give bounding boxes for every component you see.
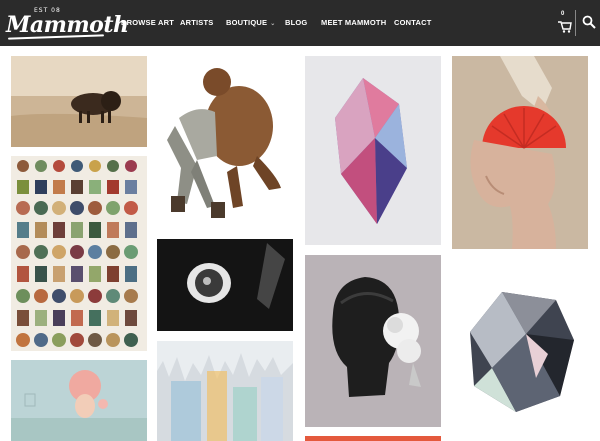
- search-icon[interactable]: [582, 15, 596, 29]
- nav-boutique-label: BOUTIQUE: [226, 18, 268, 27]
- artwork-black-head-flowers[interactable]: [305, 255, 441, 427]
- artwork-bison-landscape[interactable]: [11, 56, 147, 147]
- artwork-gemstones-chart[interactable]: [11, 156, 147, 351]
- nav-divider: [575, 10, 576, 36]
- mammoth-logo[interactable]: EST 08 Mammoth: [4, 4, 129, 42]
- nav-meet-mammoth[interactable]: MEET MAMMOTH: [321, 18, 386, 27]
- artwork-eye-closeup[interactable]: [157, 239, 293, 331]
- nav-browse-art[interactable]: BROWSE ART: [121, 18, 174, 27]
- artwork-pink-hair-girl[interactable]: [11, 360, 147, 441]
- artwork-red-fan-woman[interactable]: [452, 56, 588, 249]
- artwork-geometric-crystal[interactable]: [452, 258, 588, 441]
- nav-boutique[interactable]: BOUTIQUE ⌄: [226, 18, 275, 27]
- artwork-red-strip[interactable]: [305, 436, 441, 441]
- nav-contact[interactable]: CONTACT: [394, 18, 432, 27]
- artwork-bear-hugging-man[interactable]: [157, 56, 293, 230]
- cart-icon[interactable]: 0: [558, 11, 572, 33]
- logo-wordmark: Mammoth: [6, 12, 129, 38]
- chevron-down-icon: ⌄: [270, 21, 276, 27]
- artwork-pink-crystal[interactable]: [305, 56, 441, 245]
- nav-blog[interactable]: BLOG: [285, 18, 307, 27]
- cart-count: 0: [561, 11, 565, 17]
- artwork-colorful-spikes[interactable]: [157, 341, 293, 441]
- nav-artists[interactable]: ARTISTS: [180, 18, 213, 27]
- top-navigation-bar: EST 08 Mammoth BROWSE ART ARTISTS BOUTIQ…: [0, 0, 600, 46]
